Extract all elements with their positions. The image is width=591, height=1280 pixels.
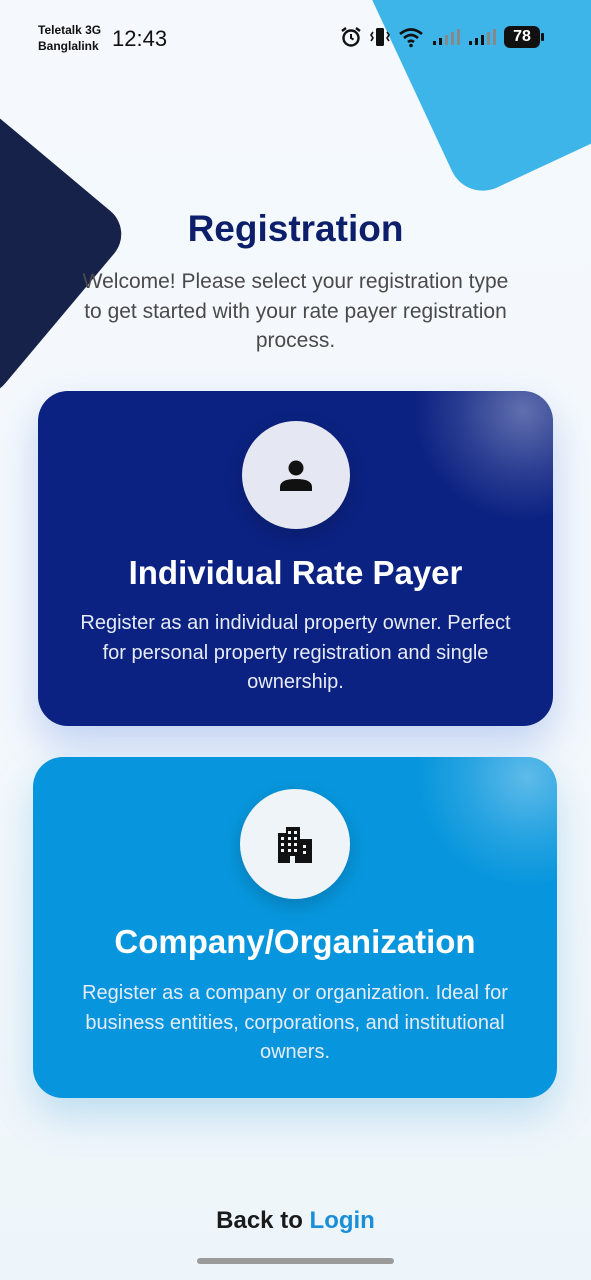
building-icon — [240, 789, 350, 899]
status-bar: Teletalk 3G Banglalink 12:43 78 — [0, 0, 591, 62]
page-subtitle: Welcome! Please select your registration… — [82, 270, 509, 352]
status-time: 12:43 — [112, 26, 168, 51]
signal-icon — [468, 28, 496, 46]
person-icon — [241, 421, 350, 529]
card-glow — [417, 757, 557, 887]
card-title: Individual Rate Payer — [128, 554, 463, 591]
carrier-line-2: Banglalink — [38, 39, 99, 53]
battery-icon: 78 — [504, 26, 544, 48]
card-glow — [413, 391, 553, 521]
vibrate-icon — [370, 26, 390, 48]
company-organization-card[interactable]: Company/Organization Register as a compa… — [33, 757, 557, 1098]
status-icons: 78 — [340, 24, 544, 50]
back-to-label: Back to — [216, 1207, 310, 1234]
battery-level: 78 — [513, 28, 531, 45]
card-description: Register as a company or organization. I… — [82, 982, 508, 1063]
login-link[interactable]: Login — [310, 1207, 375, 1234]
individual-rate-payer-card[interactable]: Individual Rate Payer Register as an ind… — [38, 391, 553, 726]
wifi-icon — [398, 26, 424, 48]
home-indicator[interactable] — [197, 1258, 394, 1264]
card-description: Register as an individual property owner… — [80, 612, 511, 693]
signal-icon — [432, 28, 460, 46]
alarm-icon — [340, 26, 362, 48]
page-title: Registration — [187, 208, 404, 249]
back-to-login-row: Back to Login — [0, 1207, 591, 1235]
carrier-line-1: Teletalk 3G — [38, 23, 102, 37]
card-title: Company/Organization — [114, 923, 476, 960]
carrier-info: Teletalk 3G Banglalink — [38, 22, 101, 54]
